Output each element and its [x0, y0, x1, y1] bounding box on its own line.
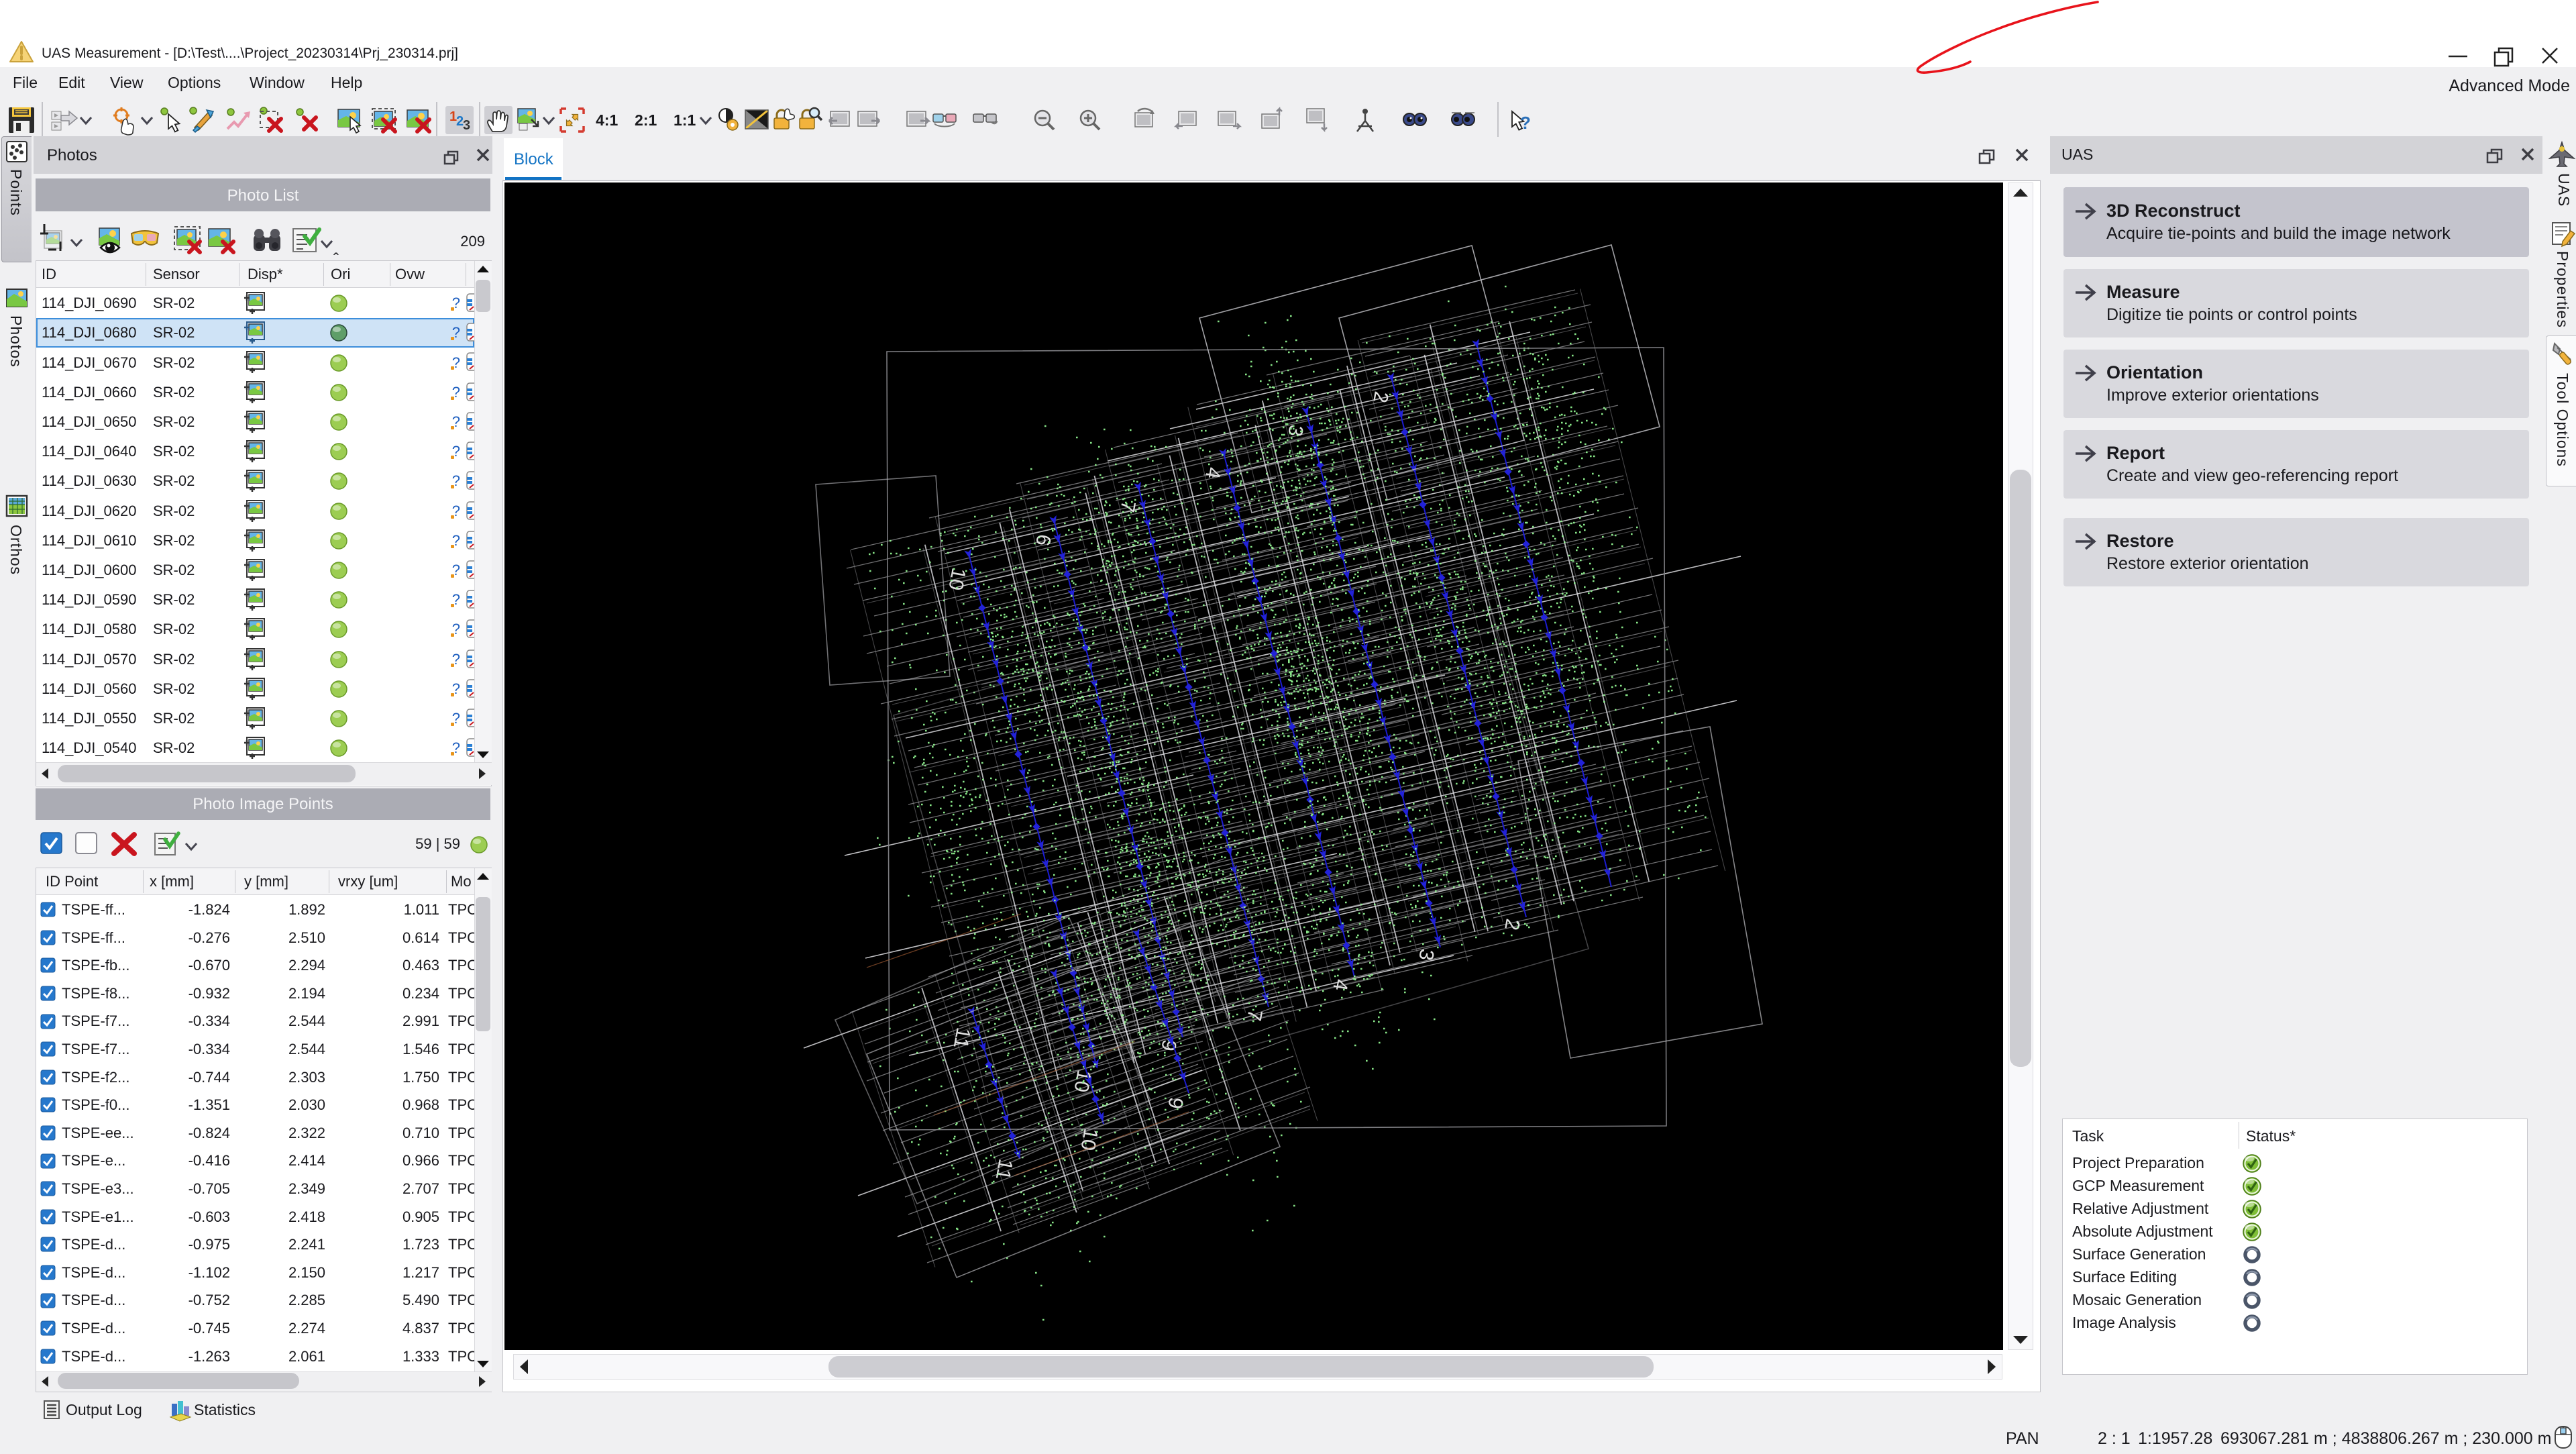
- svg-text:2: 2: [1500, 917, 1523, 932]
- svg-text:2: 2: [1368, 390, 1392, 405]
- svg-text:9: 9: [1163, 1096, 1187, 1110]
- svg-text:11: 11: [949, 1026, 975, 1050]
- svg-text:3: 3: [1283, 423, 1307, 438]
- svg-text:6: 6: [1031, 533, 1055, 548]
- svg-text:3: 3: [463, 118, 470, 133]
- svg-text:4: 4: [1201, 466, 1224, 480]
- svg-text:3: 3: [1414, 947, 1438, 962]
- svg-text:?: ?: [1520, 113, 1531, 133]
